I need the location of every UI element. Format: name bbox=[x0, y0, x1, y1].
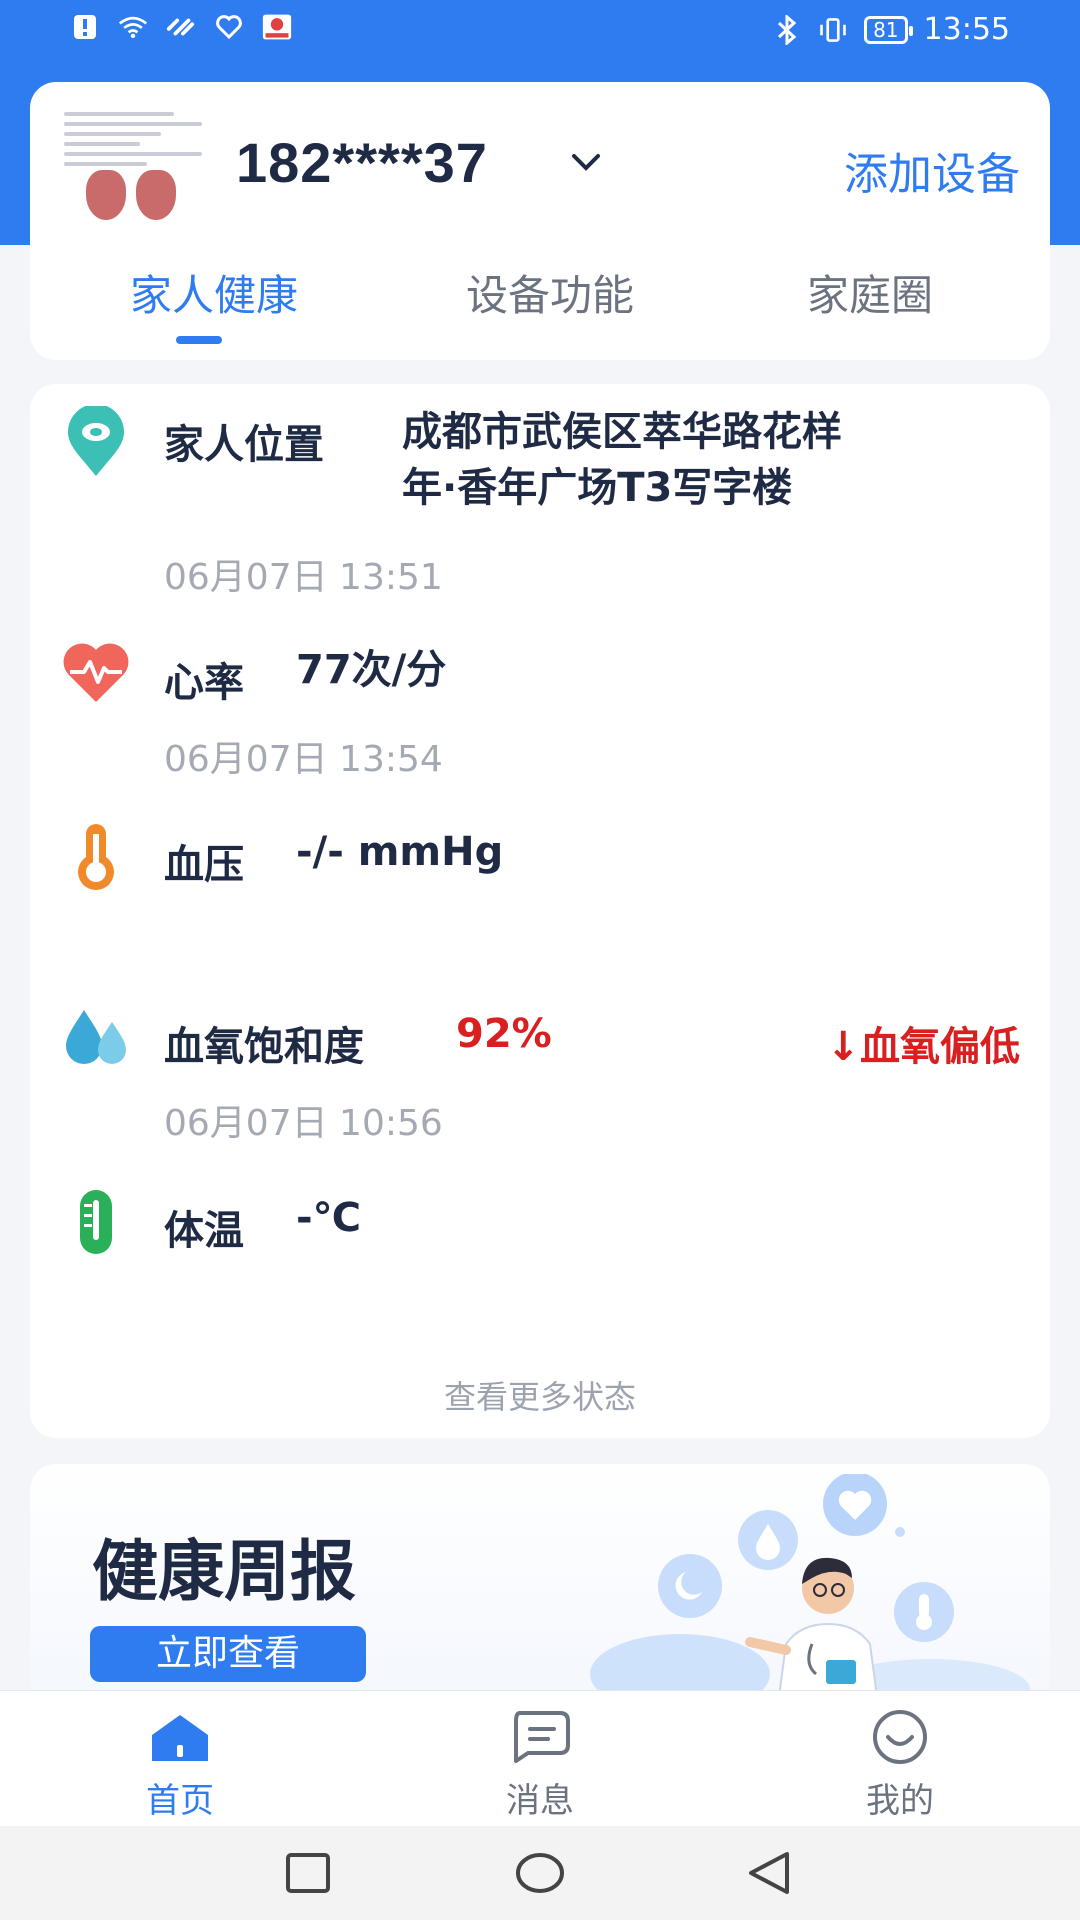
view-more-status-link[interactable]: 查看更多状态 bbox=[30, 1372, 1050, 1418]
blood-oxygen-low-alert: ↓血氧偏低 bbox=[826, 1024, 1020, 1070]
temperature-value: -℃ bbox=[296, 1195, 362, 1241]
nav-home[interactable]: 首页 bbox=[100, 1709, 260, 1822]
tab-family-health[interactable]: 家人健康 bbox=[98, 262, 330, 323]
add-device-button[interactable]: 添加设备 bbox=[844, 138, 1020, 202]
location-address-line1: 成都市武侯区萃华路花样 bbox=[402, 409, 842, 455]
nav-messages[interactable]: 消息 bbox=[460, 1709, 620, 1822]
heart-rate-time: 06月07日 13:54 bbox=[164, 739, 443, 780]
alert-icon bbox=[70, 12, 100, 42]
wifi-icon bbox=[118, 12, 148, 42]
home-circle-icon[interactable] bbox=[515, 1848, 565, 1898]
heart-rate-value: 77次/分 bbox=[296, 647, 447, 693]
blood-pressure-value: -/- mmHg bbox=[296, 829, 504, 875]
bluetooth-icon bbox=[772, 14, 802, 45]
back-triangle-icon[interactable] bbox=[745, 1848, 795, 1898]
status-time: 13:55 bbox=[923, 12, 1010, 47]
app-notification-icon bbox=[262, 12, 292, 42]
temperature-title: 体温 bbox=[164, 1208, 244, 1254]
location-address-line2: 年·香年广场T3写字楼 bbox=[402, 465, 793, 511]
blood-oxygen-drops-icon bbox=[66, 1010, 126, 1064]
heart-rate-title: 心率 bbox=[164, 660, 244, 706]
location-time: 06月07日 13:51 bbox=[164, 557, 443, 598]
tab-family-circle[interactable]: 家庭圈 bbox=[770, 262, 970, 323]
vibrate-icon bbox=[818, 15, 848, 45]
nav-profile[interactable]: 我的 bbox=[820, 1709, 980, 1822]
thermometer-pressure-icon bbox=[78, 824, 114, 890]
blood-oxygen-value: 92% bbox=[456, 1011, 552, 1057]
tab-device-functions[interactable]: 设备功能 bbox=[434, 262, 666, 323]
profile-card: 182****37 添加设备 家人健康 设备功能 家庭圈 bbox=[30, 82, 1050, 360]
heart-rate-icon bbox=[63, 643, 129, 702]
nav-messages-label: 消息 bbox=[506, 1781, 574, 1821]
avatar-text-lines bbox=[64, 112, 202, 172]
heart-status-icon bbox=[214, 12, 244, 42]
status-left-icons bbox=[70, 12, 292, 42]
tab-active-indicator bbox=[176, 336, 222, 344]
doctor-illustration bbox=[590, 1474, 1030, 1704]
location-pin-icon bbox=[68, 406, 124, 476]
status-right-icons: 81 13:55 bbox=[772, 12, 1010, 47]
home-icon bbox=[152, 1715, 208, 1761]
message-icon bbox=[514, 1711, 570, 1763]
recent-apps-icon[interactable] bbox=[283, 1848, 333, 1898]
smile-icon bbox=[873, 1710, 927, 1764]
lung-right-shape bbox=[136, 170, 176, 220]
blood-oxygen-title: 血氧饱和度 bbox=[164, 1024, 364, 1070]
tab-bar: 家人健康 设备功能 家庭圈 bbox=[30, 262, 1050, 352]
blood-pressure-title: 血压 bbox=[164, 842, 244, 888]
view-report-button[interactable]: 立即查看 bbox=[90, 1626, 366, 1682]
avatar[interactable] bbox=[58, 106, 208, 226]
blood-oxygen-time: 06月07日 10:56 bbox=[164, 1103, 443, 1144]
health-status-card: 家人位置 成都市武侯区萃华路花样 年·香年广场T3写字楼 06月07日 13:5… bbox=[30, 384, 1050, 1438]
status-bar: 81 13:55 bbox=[0, 0, 1080, 60]
nav-home-label: 首页 bbox=[146, 1781, 214, 1821]
thermometer-icon bbox=[80, 1190, 112, 1254]
weekly-report-title: 健康周报 bbox=[92, 1533, 356, 1610]
nav-profile-label: 我的 bbox=[866, 1781, 934, 1821]
link-icon bbox=[166, 12, 196, 42]
system-navigation-bar bbox=[0, 1826, 1080, 1920]
location-title: 家人位置 bbox=[164, 422, 324, 468]
lung-left-shape bbox=[86, 170, 126, 220]
device-phone-number[interactable]: 182****37 bbox=[236, 130, 488, 195]
bottom-navigation: 首页 消息 我的 bbox=[0, 1690, 1080, 1826]
chevron-down-icon[interactable] bbox=[568, 144, 604, 180]
weekly-report-card[interactable]: 健康周报 立即查看 bbox=[30, 1464, 1050, 1704]
battery-indicator: 81 bbox=[864, 15, 914, 44]
